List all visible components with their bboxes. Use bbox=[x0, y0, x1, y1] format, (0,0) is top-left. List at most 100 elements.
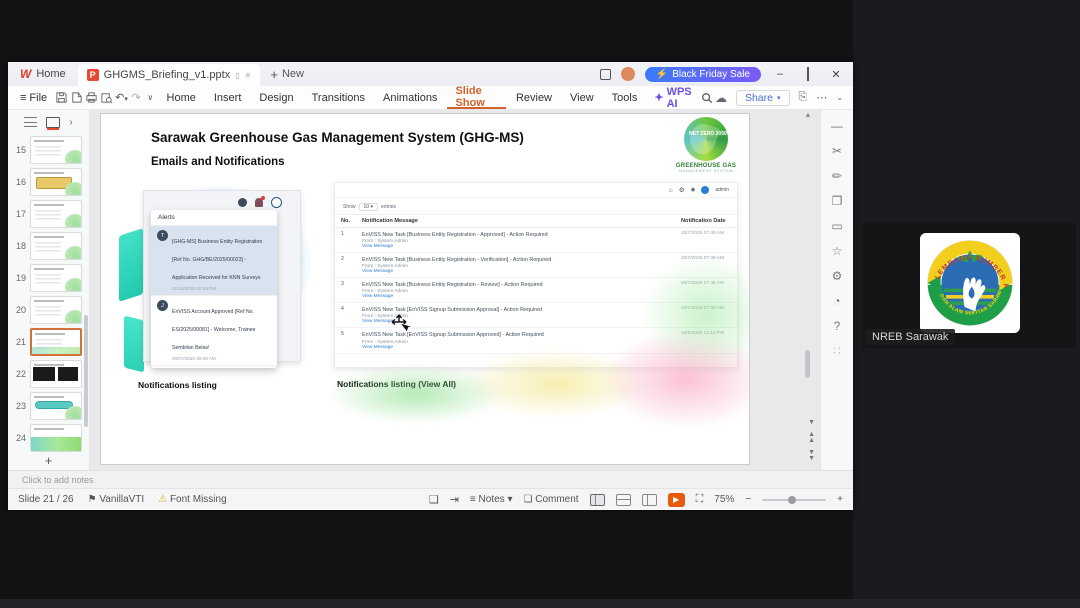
slide-thumbnail-15[interactable]: 15 bbox=[8, 134, 89, 166]
next-slide-button[interactable]: ▼ ▼ bbox=[808, 449, 815, 462]
redo-icon[interactable]: ↷ bbox=[130, 91, 142, 104]
webapp-avatar-icon bbox=[701, 186, 710, 194]
col-no: No. bbox=[335, 214, 357, 228]
scroll-up-icon[interactable]: ▲ bbox=[804, 112, 812, 119]
slide-panel: › 15 16 17 18 19 20 21 22 23 24 + bbox=[8, 110, 90, 470]
help-tool-icon[interactable]: ? bbox=[834, 320, 841, 332]
scroll-down-icon[interactable]: ▼ bbox=[808, 419, 815, 426]
gear-icon: ⚙ bbox=[678, 187, 685, 194]
slide-thumbnail-18[interactable]: 18 bbox=[8, 230, 89, 262]
menu-transitions[interactable]: Transitions bbox=[304, 86, 373, 109]
reading-view-icon[interactable] bbox=[641, 493, 657, 506]
slide-thumbnail-20[interactable]: 20 bbox=[8, 294, 89, 326]
slideshow-play-button[interactable]: ▶ bbox=[667, 492, 685, 507]
logo-line2: MANAGEMENT SYSTEM bbox=[678, 169, 733, 173]
webapp-username: admin bbox=[715, 187, 729, 193]
scrollbar-thumb[interactable] bbox=[805, 350, 810, 378]
menu-review[interactable]: Review bbox=[508, 86, 560, 109]
account-avatar[interactable] bbox=[620, 67, 635, 81]
notes-bar[interactable]: Click to add notes bbox=[8, 470, 853, 488]
file-menu-button[interactable]: ≡ File bbox=[14, 92, 53, 104]
restore-button[interactable] bbox=[799, 67, 817, 81]
normal-view-icon[interactable] bbox=[589, 493, 605, 506]
collapse-ribbon-icon[interactable]: ⌄ bbox=[836, 93, 843, 102]
export-icon[interactable] bbox=[70, 91, 83, 104]
font-missing-warning[interactable]: ⚠ Font Missing bbox=[158, 494, 226, 505]
comment-toggle[interactable]: ❏ Comment bbox=[523, 494, 578, 505]
sidebar-toggle-icon[interactable]: ⎘ bbox=[799, 91, 808, 104]
dropdown-caret-icon[interactable]: ∨ bbox=[144, 93, 156, 102]
apps-grid-icon[interactable]: ∷ bbox=[833, 345, 841, 357]
settings-tool-icon[interactable]: ⚙ bbox=[832, 270, 843, 282]
add-slide-button[interactable]: + bbox=[8, 454, 89, 468]
document-tab[interactable]: P GHGMS_Briefing_v1.pptx ▯ ✳ bbox=[77, 64, 261, 86]
undo-icon[interactable]: ↶▾ bbox=[115, 91, 128, 104]
menu-view[interactable]: View bbox=[562, 86, 602, 109]
status-bar: Slide 21 / 26 ⚑ VanillaVTI ⚠ Font Missin… bbox=[8, 488, 853, 510]
menu-slide-show[interactable]: Slide Show bbox=[447, 85, 506, 109]
share-button[interactable]: Share ▾ bbox=[735, 89, 790, 106]
zoom-slider[interactable] bbox=[762, 495, 827, 504]
slide-thumbnail-17[interactable]: 17 bbox=[8, 198, 89, 230]
window-layout-icon[interactable] bbox=[599, 68, 611, 80]
slide-thumbnail-23[interactable]: 23 bbox=[8, 390, 89, 422]
previous-slide-button[interactable]: ▲ ▲ bbox=[808, 431, 815, 444]
close-button[interactable]: ✕ bbox=[827, 68, 845, 81]
slide-thumbnail-19[interactable]: 19 bbox=[8, 262, 89, 294]
notes-toggle[interactable]: ≡ Notes ▾ bbox=[470, 494, 513, 505]
collapse-pane-icon[interactable]: — bbox=[831, 120, 843, 132]
slide-thumbnail-21-selected[interactable]: 21 bbox=[8, 326, 89, 358]
wps-ai-button[interactable]: ✦ WPS AI bbox=[647, 86, 698, 110]
more-options-icon[interactable]: ⋯ bbox=[816, 91, 827, 104]
slide-size-icon[interactable]: ❑ bbox=[429, 493, 439, 506]
comment-tool-icon[interactable]: ▭ bbox=[831, 220, 842, 232]
ghgms-logo-icon: NET ZERO 2050 bbox=[684, 117, 728, 161]
fit-window-icon[interactable]: ⇥ bbox=[450, 493, 459, 506]
menu-insert[interactable]: Insert bbox=[206, 86, 250, 109]
menu-home[interactable]: Home bbox=[159, 86, 204, 109]
theme-indicator[interactable]: ⚑ VanillaVTI bbox=[88, 494, 145, 505]
alerts-header: Alerts bbox=[151, 210, 277, 226]
wps-home-tab[interactable]: W Home bbox=[8, 62, 78, 86]
slide-thumbnail-22[interactable]: 22 bbox=[8, 358, 89, 390]
slide-number: 19 bbox=[15, 273, 26, 283]
slide-thumbnail-16[interactable]: 16 bbox=[8, 166, 89, 198]
objects-tool-icon[interactable]: ❐ bbox=[832, 195, 843, 207]
participant-video-tile[interactable]: LEMBAGA SUMBER ASLI DAN ALAM SEKITAR SAR… bbox=[862, 222, 1076, 348]
cloud-sync-icon[interactable]: ☁ bbox=[715, 91, 727, 105]
collapse-panel-icon[interactable]: › bbox=[69, 117, 72, 128]
zoom-in-button[interactable]: + bbox=[837, 494, 843, 505]
slide-thumbnail-24[interactable]: 24 bbox=[8, 422, 89, 454]
thumbnail-scrollbar[interactable] bbox=[84, 315, 88, 427]
cut-tool-icon[interactable]: ✂ bbox=[832, 145, 842, 157]
slide-view-icon[interactable] bbox=[46, 116, 61, 128]
slide-number: 23 bbox=[15, 401, 26, 411]
slide-number: 21 bbox=[15, 337, 26, 347]
history-tool-icon[interactable]: ◔ bbox=[833, 295, 840, 307]
fit-slide-icon[interactable]: ⛶ bbox=[696, 493, 704, 506]
menu-animations[interactable]: Animations bbox=[375, 86, 445, 109]
table-row: 1 EnVISS New Task [Business Entity Regis… bbox=[335, 227, 737, 254]
zoom-slider-knob[interactable] bbox=[788, 495, 797, 504]
canvas-scrollbar[interactable]: ▲ bbox=[804, 112, 812, 468]
col-date: Notification Date bbox=[675, 214, 737, 228]
print-preview-icon[interactable] bbox=[100, 91, 113, 104]
slide-sorter-view-icon[interactable] bbox=[615, 493, 631, 506]
alert-item: T [GHG-MS] Business Entity Registration … bbox=[151, 226, 277, 296]
favorites-tool-icon[interactable]: ☆ bbox=[832, 245, 843, 257]
search-icon[interactable] bbox=[701, 91, 713, 103]
print-icon[interactable] bbox=[85, 91, 98, 104]
new-tab-button[interactable]: + New bbox=[260, 67, 314, 82]
alert-item: N EnVISS Account Approved [Ref No. ES/20… bbox=[151, 366, 277, 368]
zoom-out-button[interactable]: − bbox=[745, 494, 751, 505]
minimize-button[interactable]: – bbox=[771, 68, 789, 80]
slide-21[interactable]: Sarawak Greenhouse Gas Management System… bbox=[100, 113, 750, 465]
edit-tool-icon[interactable]: ✏ bbox=[832, 170, 842, 182]
save-icon[interactable] bbox=[55, 91, 68, 104]
menu-tools[interactable]: Tools bbox=[604, 86, 646, 109]
menu-design[interactable]: Design bbox=[251, 86, 301, 109]
document-title: GHGMS_Briefing_v1.pptx bbox=[103, 69, 231, 81]
outline-view-icon[interactable] bbox=[24, 117, 38, 127]
promo-button[interactable]: ⚡ Black Friday Sale bbox=[644, 66, 761, 82]
zoom-level[interactable]: 75% bbox=[714, 494, 734, 505]
